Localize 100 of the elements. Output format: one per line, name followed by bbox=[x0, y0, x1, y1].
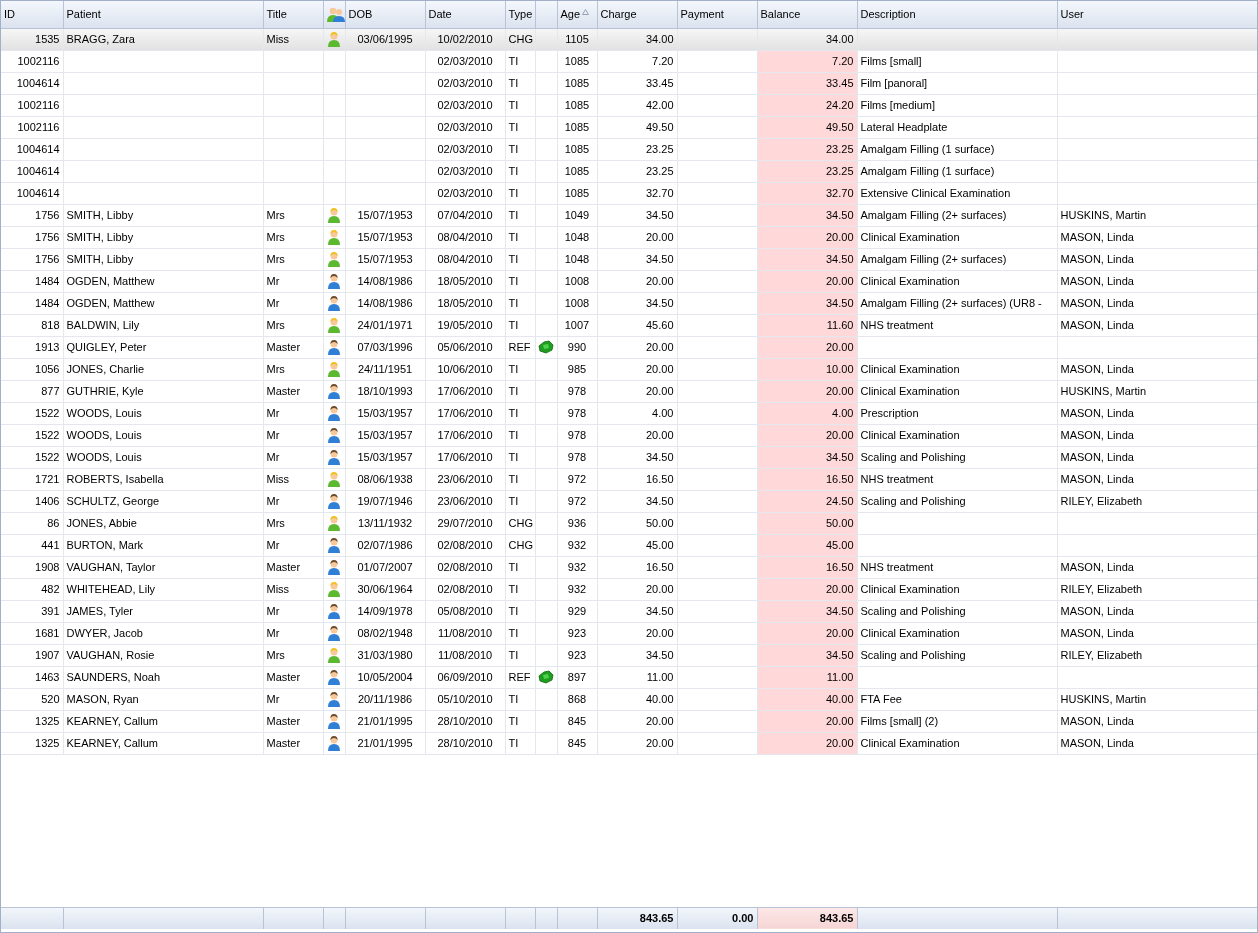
table-cell: KEARNEY, Callum bbox=[63, 732, 263, 754]
column-header[interactable]: Balance bbox=[757, 1, 857, 28]
table-cell: 978 bbox=[557, 446, 597, 468]
column-header[interactable]: User bbox=[1057, 1, 1257, 28]
column-header[interactable]: Payment bbox=[677, 1, 757, 28]
table-cell: 16.50 bbox=[597, 468, 677, 490]
table-cell: 01/07/2007 bbox=[345, 556, 425, 578]
table-cell: TI bbox=[505, 688, 535, 710]
table-row[interactable]: 1056 JONES, Charlie Mrs 24/11/1951 10/06/2010 TI 985 20.00 10.00 Clinical Examination MASON, Linda bbox=[1, 358, 1257, 380]
table-row[interactable]: 1756 SMITH, Libby Mrs 15/07/1953 07/04/2010 TI 1049 34.50 34.50 Amalgam Filling (2+ surfaces) HUSKINS, Martin bbox=[1, 204, 1257, 226]
table-cell: 1085 bbox=[557, 94, 597, 116]
table-cell: 1002116 bbox=[1, 116, 63, 138]
table-cell: 1484 bbox=[1, 292, 63, 314]
total-cell: 843.65 bbox=[757, 907, 857, 929]
table-row[interactable]: 1004614 02/03/2010 TI 1085 23.25 23.25 Amalgam Filling (1 surface) bbox=[1, 160, 1257, 182]
table-row[interactable]: 482 WHITEHEAD, Lily Miss 30/06/1964 02/08/2010 TI 932 20.00 20.00 Clinical Examination RILEY, Elizabeth bbox=[1, 578, 1257, 600]
table-cell: TI bbox=[505, 94, 535, 116]
table-row[interactable]: 441 BURTON, Mark Mr 02/07/1986 02/08/2010 CHG 932 45.00 45.00 bbox=[1, 534, 1257, 556]
table-cell: 17/06/2010 bbox=[425, 446, 505, 468]
table-cell: 08/06/1938 bbox=[345, 468, 425, 490]
table-row[interactable]: 1913 QUIGLEY, Peter Master 07/03/1996 05/06/2010 REF 990 20.00 20.00 bbox=[1, 336, 1257, 358]
column-header[interactable]: Date bbox=[425, 1, 505, 28]
table-row[interactable]: 1325 KEARNEY, Callum Master 21/01/1995 28/10/2010 TI 845 20.00 20.00 Films [small] (2) MASON, Linda bbox=[1, 710, 1257, 732]
table-cell: TI bbox=[505, 622, 535, 644]
table-row[interactable]: 1004614 02/03/2010 TI 1085 33.45 33.45 Film [panoral] bbox=[1, 72, 1257, 94]
table-cell: 34.50 bbox=[597, 292, 677, 314]
table-cell: 02/03/2010 bbox=[425, 182, 505, 204]
table-cell: SCHULTZ, George bbox=[63, 490, 263, 512]
table-row[interactable]: 1681 DWYER, Jacob Mr 08/02/1948 11/08/2010 TI 923 20.00 20.00 Clinical Examination MASON, Linda bbox=[1, 622, 1257, 644]
table-row[interactable]: 1463 SAUNDERS, Noah Master 10/05/2004 06/09/2010 REF 897 11.00 11.00 bbox=[1, 666, 1257, 688]
table-row[interactable]: 520 MASON, Ryan Mr 20/11/1986 05/10/2010 TI 868 40.00 40.00 FTA Fee HUSKINS, Martin bbox=[1, 688, 1257, 710]
table-row[interactable]: 1484 OGDEN, Matthew Mr 14/08/1986 18/05/2010 TI 1008 34.50 34.50 Amalgam Filling (2+ surfaces) (UR8 - MASON, Linda bbox=[1, 292, 1257, 314]
table-row[interactable]: 1756 SMITH, Libby Mrs 15/07/1953 08/04/2010 TI 1048 34.50 34.50 Amalgam Filling (2+ surfaces) MASON, Linda bbox=[1, 248, 1257, 270]
table-row[interactable]: 1325 KEARNEY, Callum Master 21/01/1995 28/10/2010 TI 845 20.00 20.00 Clinical Examination MASON, Linda bbox=[1, 732, 1257, 754]
table-row[interactable]: 1535 BRAGG, Zara Miss 03/06/1995 10/02/2010 CHG 1105 34.00 34.00 bbox=[1, 28, 1257, 50]
table-cell: 1484 bbox=[1, 270, 63, 292]
table-row[interactable]: 1522 WOODS, Louis Mr 15/03/1957 17/06/2010 TI 978 20.00 20.00 Clinical Examination MASON, Linda bbox=[1, 424, 1257, 446]
table-row[interactable]: 1522 WOODS, Louis Mr 15/03/1957 17/06/2010 TI 978 34.50 34.50 Scaling and Polishing MASON, Linda bbox=[1, 446, 1257, 468]
column-header[interactable]: Patient bbox=[63, 1, 263, 28]
table-row[interactable]: 1004614 02/03/2010 TI 1085 23.25 23.25 Amalgam Filling (1 surface) bbox=[1, 138, 1257, 160]
table-row[interactable]: 86 JONES, Abbie Mrs 13/11/1932 29/07/2010 CHG 936 50.00 50.00 bbox=[1, 512, 1257, 534]
table-cell: 985 bbox=[557, 358, 597, 380]
table-row[interactable]: 877 GUTHRIE, Kyle Master 18/10/1993 17/06/2010 TI 978 20.00 20.00 Clinical Examination HUSKINS, Martin bbox=[1, 380, 1257, 402]
column-header[interactable]: ID bbox=[1, 1, 63, 28]
table-row[interactable]: 1756 SMITH, Libby Mrs 15/07/1953 08/04/2010 TI 1048 20.00 20.00 Clinical Examination MASON, Linda bbox=[1, 226, 1257, 248]
table-cell: Films [small] (2) bbox=[857, 710, 1057, 732]
table-row[interactable]: 1004614 02/03/2010 TI 1085 32.70 32.70 Extensive Clinical Examination bbox=[1, 182, 1257, 204]
column-header[interactable]: Description bbox=[857, 1, 1057, 28]
table-cell: TI bbox=[505, 50, 535, 72]
table-cell: RILEY, Elizabeth bbox=[1057, 490, 1257, 512]
table-cell: 932 bbox=[557, 578, 597, 600]
table-cell: 34.50 bbox=[597, 204, 677, 226]
table-row[interactable]: 1522 WOODS, Louis Mr 15/03/1957 17/06/2010 TI 978 4.00 4.00 Prescription MASON, Linda bbox=[1, 402, 1257, 424]
table-cell: Clinical Examination bbox=[857, 270, 1057, 292]
table-cell: 15/07/1953 bbox=[345, 248, 425, 270]
column-header[interactable]: Title bbox=[263, 1, 323, 28]
table-cell: 42.00 bbox=[597, 94, 677, 116]
table-cell: TI bbox=[505, 204, 535, 226]
table-row[interactable]: 1406 SCHULTZ, George Mr 19/07/1946 23/06/2010 TI 972 34.50 24.50 Scaling and Polishing RILEY, Elizabeth bbox=[1, 490, 1257, 512]
table-cell: MASON, Linda bbox=[1057, 226, 1257, 248]
table-cell: 868 bbox=[557, 688, 597, 710]
table-cell: 50.00 bbox=[597, 512, 677, 534]
table-cell: 17/06/2010 bbox=[425, 380, 505, 402]
table-cell: 10/05/2004 bbox=[345, 666, 425, 688]
column-header[interactable]: Type bbox=[505, 1, 535, 28]
table-cell: 1756 bbox=[1, 226, 63, 248]
table-cell: 23/06/2010 bbox=[425, 490, 505, 512]
table-cell: 34.50 bbox=[597, 600, 677, 622]
table-cell: TI bbox=[505, 446, 535, 468]
table-row[interactable]: 1002116 02/03/2010 TI 1085 49.50 49.50 Lateral Headplate bbox=[1, 116, 1257, 138]
column-header[interactable]: Charge bbox=[597, 1, 677, 28]
table-row[interactable]: 1002116 02/03/2010 TI 1085 7.20 7.20 Films [small] bbox=[1, 50, 1257, 72]
table-cell: Film [panoral] bbox=[857, 72, 1057, 94]
table-row[interactable]: 1002116 02/03/2010 TI 1085 42.00 24.20 Films [medium] bbox=[1, 94, 1257, 116]
table-cell: Extensive Clinical Examination bbox=[857, 182, 1057, 204]
table-cell: Mrs bbox=[263, 248, 323, 270]
table-cell: MASON, Ryan bbox=[63, 688, 263, 710]
table-cell: 14/08/1986 bbox=[345, 270, 425, 292]
table-row[interactable]: 1907 VAUGHAN, Rosie Mrs 31/03/1980 11/08/2010 TI 923 34.50 34.50 Scaling and Polishing RILEY, Elizabeth bbox=[1, 644, 1257, 666]
column-header[interactable]: Age bbox=[557, 1, 597, 28]
table-cell: 28/10/2010 bbox=[425, 732, 505, 754]
table-cell: 1007 bbox=[557, 314, 597, 336]
table-row[interactable]: 1908 VAUGHAN, Taylor Master 01/07/2007 02/08/2010 TI 932 16.50 16.50 NHS treatment MASON, Linda bbox=[1, 556, 1257, 578]
table-cell: TI bbox=[505, 160, 535, 182]
table-cell: TI bbox=[505, 248, 535, 270]
table-cell: 1048 bbox=[557, 226, 597, 248]
table-row[interactable]: 391 JAMES, Tyler Mr 14/09/1978 05/08/2010 TI 929 34.50 34.50 Scaling and Polishing MASON, Linda bbox=[1, 600, 1257, 622]
table-cell: 1721 bbox=[1, 468, 63, 490]
table-row[interactable]: 1721 ROBERTS, Isabella Miss 08/06/1938 23/06/2010 TI 972 16.50 16.50 NHS treatment MASON, Linda bbox=[1, 468, 1257, 490]
table-cell: 02/03/2010 bbox=[425, 50, 505, 72]
table-cell: 1463 bbox=[1, 666, 63, 688]
column-header[interactable]: DOB bbox=[345, 1, 425, 28]
table-cell: 1008 bbox=[557, 292, 597, 314]
table-cell: 34.00 bbox=[597, 28, 677, 50]
table-cell: TI bbox=[505, 468, 535, 490]
table-row[interactable]: 818 BALDWIN, Lily Mrs 24/01/1971 19/05/2010 TI 1007 45.60 11.60 NHS treatment MASON, Linda bbox=[1, 314, 1257, 336]
table-cell: HUSKINS, Martin bbox=[1057, 688, 1257, 710]
table-cell: DWYER, Jacob bbox=[63, 622, 263, 644]
table-cell: 1085 bbox=[557, 160, 597, 182]
table-row[interactable]: 1484 OGDEN, Matthew Mr 14/08/1986 18/05/2010 TI 1008 20.00 20.00 Clinical Examination MASON, Linda bbox=[1, 270, 1257, 292]
